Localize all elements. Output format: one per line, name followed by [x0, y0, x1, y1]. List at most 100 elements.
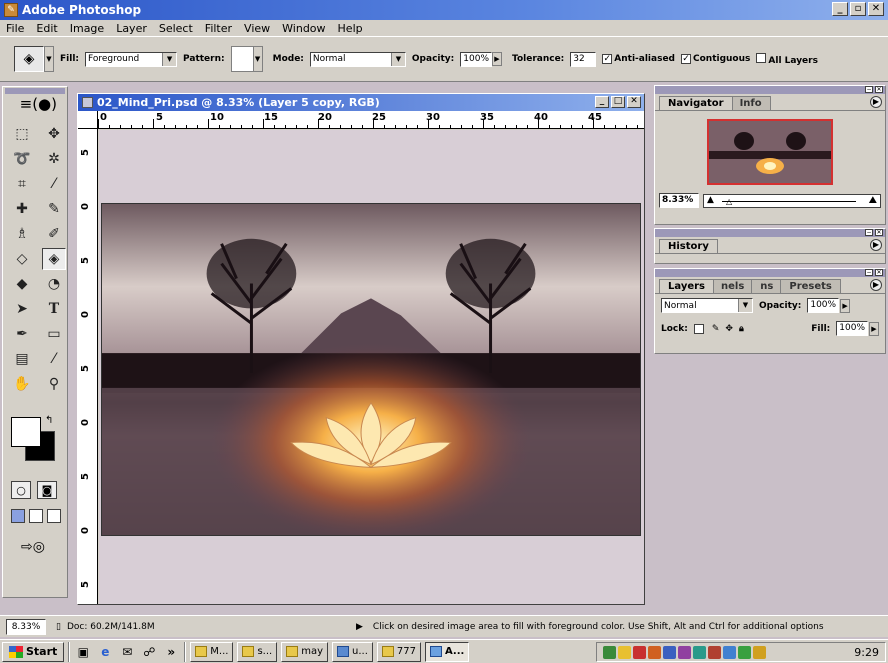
- all-layers-option[interactable]: All Layers: [756, 52, 818, 66]
- tray-antivirus-icon[interactable]: [633, 645, 646, 659]
- layer-opacity-input[interactable]: 100%: [807, 298, 840, 313]
- tray-app-icon[interactable]: [723, 645, 736, 659]
- taskbar-clock[interactable]: 9:29: [854, 646, 879, 659]
- menu-layer[interactable]: Layer: [116, 22, 147, 35]
- tray-network-icon[interactable]: [693, 645, 706, 659]
- tab-info[interactable]: Info: [730, 96, 771, 110]
- minimize-icon[interactable]: −: [865, 269, 873, 276]
- layer-opacity-slider-toggle[interactable]: ▶: [840, 298, 851, 313]
- tray-messenger-icon[interactable]: [618, 645, 631, 659]
- eyedropper-tool-icon[interactable]: ⁄: [42, 348, 66, 370]
- ruler-origin[interactable]: [78, 111, 98, 129]
- lock-move-icon[interactable]: ✥: [725, 324, 733, 334]
- tray-language-icon[interactable]: [663, 645, 676, 659]
- internet-explorer-icon[interactable]: e: [96, 643, 114, 661]
- menu-filter[interactable]: Filter: [205, 22, 232, 35]
- eraser-tool-icon[interactable]: ◇: [10, 248, 34, 270]
- quick-mask-mode-icon[interactable]: ◙: [37, 481, 57, 499]
- doc-minimize-button[interactable]: _: [595, 96, 609, 108]
- photoshop-app-icon[interactable]: ✎: [4, 3, 18, 17]
- opacity-input[interactable]: 100%: [460, 51, 492, 67]
- artwork-image[interactable]: [101, 203, 641, 536]
- full-screen-menu-icon[interactable]: [29, 509, 43, 523]
- standard-screen-icon[interactable]: [11, 509, 25, 523]
- palette-header[interactable]: − ✕: [655, 269, 885, 277]
- blur-tool-icon[interactable]: ◆: [10, 273, 34, 295]
- canvas-area[interactable]: [99, 130, 644, 604]
- show-desktop-icon[interactable]: ▣: [74, 643, 92, 661]
- menu-help[interactable]: Help: [338, 22, 363, 35]
- tolerance-input[interactable]: 32: [570, 51, 597, 67]
- tray-app-icon[interactable]: [648, 645, 661, 659]
- tab-layers[interactable]: Layers: [659, 279, 714, 293]
- taskbar-button-photoshop[interactable]: A...: [424, 641, 470, 662]
- minimize-button[interactable]: _: [832, 2, 848, 16]
- lock-paint-icon[interactable]: ✎: [712, 324, 720, 334]
- zoom-tool-icon[interactable]: ⚲: [42, 373, 66, 395]
- pattern-swatch[interactable]: [230, 46, 255, 72]
- adobe-online-icon[interactable]: ≡(●): [3, 95, 67, 115]
- brush-tool-icon[interactable]: ✎: [42, 198, 66, 220]
- fill-source-select[interactable]: Foreground ▼: [85, 51, 178, 67]
- opacity-slider-toggle[interactable]: ▶: [492, 52, 502, 66]
- type-tool-icon[interactable]: T: [42, 298, 66, 320]
- swap-colors-icon[interactable]: ↰: [45, 415, 53, 426]
- layer-fill-slider-toggle[interactable]: ▶: [869, 321, 879, 336]
- palette-header[interactable]: − ✕: [655, 86, 885, 94]
- clone-stamp-tool-icon[interactable]: ♗: [10, 223, 34, 245]
- tray-app-icon[interactable]: [753, 645, 766, 659]
- tool-preset-picker[interactable]: ◈: [14, 46, 44, 72]
- vertical-ruler[interactable]: 5 0 5 0 5 0 5 0 5: [78, 129, 98, 604]
- menu-window[interactable]: Window: [282, 22, 325, 35]
- start-button[interactable]: Start: [2, 641, 65, 662]
- taskbar-button[interactable]: 777: [376, 641, 421, 662]
- blend-mode-select[interactable]: Normal ▼: [309, 51, 406, 67]
- zoom-out-icon[interactable]: ▲: [707, 195, 714, 205]
- standard-mode-icon[interactable]: ○: [11, 481, 31, 499]
- notes-tool-icon[interactable]: ▤: [10, 348, 34, 370]
- menu-edit[interactable]: Edit: [36, 22, 57, 35]
- magic-wand-tool-icon[interactable]: ✲: [42, 148, 66, 170]
- palette-menu-icon[interactable]: ▶: [870, 96, 882, 108]
- horizontal-ruler[interactable]: 0 5 10 15 20 25 30 35 40 45: [98, 111, 644, 129]
- tray-app-icon[interactable]: [738, 645, 751, 659]
- taskbar-button[interactable]: may: [281, 641, 329, 662]
- menu-view[interactable]: View: [244, 22, 270, 35]
- rectangle-tool-icon[interactable]: ▭: [42, 323, 66, 345]
- tab-history[interactable]: History: [659, 239, 718, 253]
- move-tool-icon[interactable]: ✥: [42, 123, 66, 145]
- network-icon[interactable]: ☍: [140, 643, 158, 661]
- layer-fill-input[interactable]: 100%: [836, 321, 868, 336]
- tab-paths[interactable]: ns: [751, 279, 783, 293]
- status-zoom-input[interactable]: 8.33%: [6, 618, 46, 635]
- anti-aliased-option[interactable]: ✓ Anti-aliased: [602, 54, 675, 64]
- pen-tool-icon[interactable]: ✒: [10, 323, 34, 345]
- minimize-icon[interactable]: −: [865, 86, 873, 93]
- minimize-icon[interactable]: −: [865, 229, 873, 236]
- healing-brush-tool-icon[interactable]: ✚: [10, 198, 34, 220]
- close-icon[interactable]: ✕: [875, 86, 883, 93]
- doc-size-cell[interactable]: ▯ Doc: 60.2M/141.8M: [56, 622, 346, 632]
- tab-channels[interactable]: nels: [712, 279, 754, 293]
- hand-tool-icon[interactable]: ✋: [10, 373, 34, 395]
- layer-blend-mode-select[interactable]: Normal ▼: [661, 298, 753, 313]
- doc-close-button[interactable]: ✕: [627, 96, 641, 108]
- zoom-in-icon[interactable]: ⛰: [869, 195, 877, 206]
- marquee-tool-icon[interactable]: ⬚: [10, 123, 34, 145]
- more-quicklaunch-icon[interactable]: »: [162, 643, 180, 661]
- tray-app-icon[interactable]: [678, 645, 691, 659]
- status-arrow-icon[interactable]: ▶: [356, 622, 363, 632]
- tab-presets[interactable]: Presets: [780, 279, 841, 293]
- menu-file[interactable]: File: [6, 22, 24, 35]
- navigator-zoom-slider[interactable]: ▲ △ ⛰: [703, 193, 881, 208]
- history-brush-tool-icon[interactable]: ✐: [42, 223, 66, 245]
- palette-grip[interactable]: [5, 88, 65, 94]
- taskbar-button[interactable]: u...: [332, 641, 373, 662]
- close-icon[interactable]: ✕: [875, 229, 883, 236]
- palette-menu-icon[interactable]: ▶: [870, 279, 882, 291]
- crop-tool-icon[interactable]: ⌗: [10, 173, 34, 195]
- lasso-tool-icon[interactable]: ➰: [10, 148, 34, 170]
- full-screen-icon[interactable]: [47, 509, 61, 523]
- tray-app-icon[interactable]: [708, 645, 721, 659]
- slider-thumb[interactable]: △: [726, 197, 732, 206]
